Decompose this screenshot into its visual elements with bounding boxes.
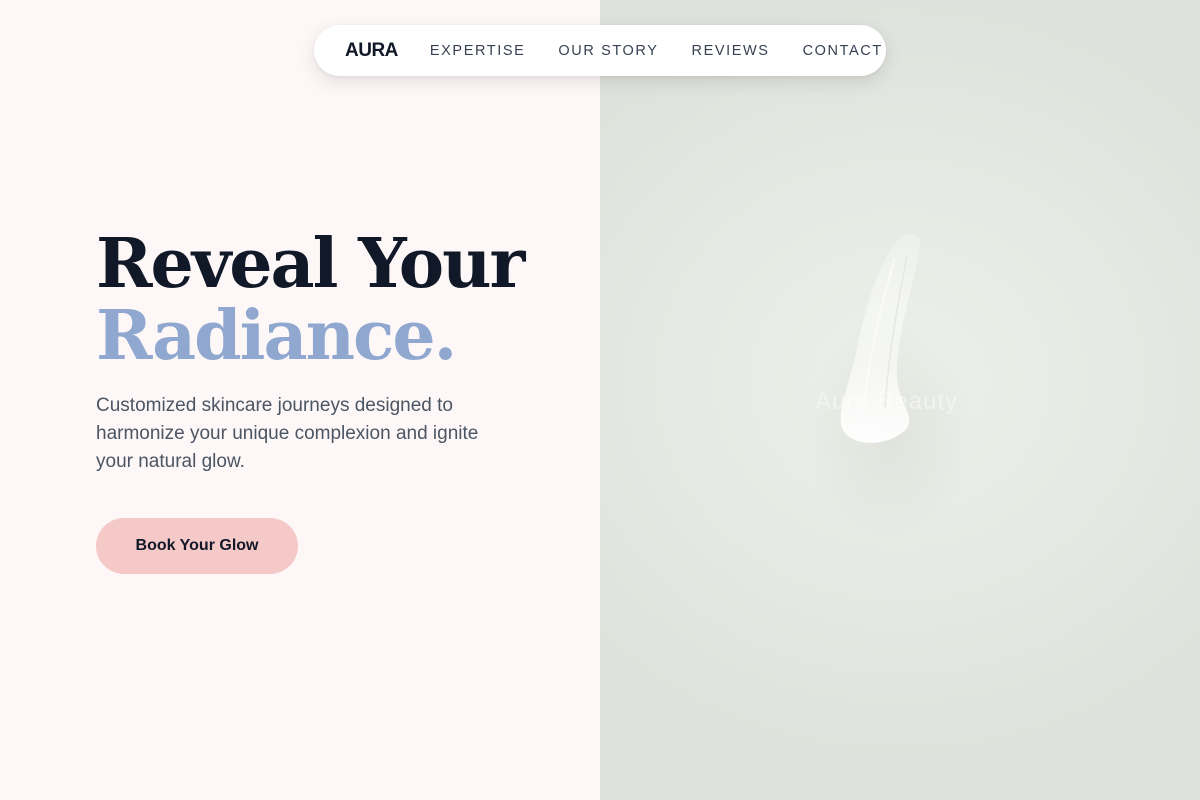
hero-headline: Reveal Your Radiance. [96, 228, 566, 372]
nav-link-reviews[interactable]: REVIEWS [692, 43, 770, 59]
nav-link-our-story[interactable]: OUR STORY [558, 43, 658, 59]
top-navigation: AURA EXPERTISE OUR STORY REVIEWS CONTACT [314, 25, 886, 76]
nav-link-expertise[interactable]: EXPERTISE [430, 43, 526, 59]
hero-content: Reveal Your Radiance. Customized skincar… [96, 228, 566, 476]
image-watermark: Aura Beauty [815, 388, 959, 415]
book-your-glow-button[interactable]: Book Your Glow [96, 518, 298, 574]
page: Aura Beauty AURA EXPERTISE OUR STORY REV… [0, 0, 1200, 800]
cream-smear-illustration [840, 233, 921, 443]
headline-accent-line: Radiance. [96, 296, 457, 376]
headline-line-1: Reveal Your [96, 224, 525, 304]
hero-image: Aura Beauty [600, 0, 1200, 800]
hero-description: Customized skincare journeys designed to… [96, 395, 479, 472]
nav-link-contact[interactable]: CONTACT [803, 43, 883, 59]
brand-logo[interactable]: AURA [345, 40, 398, 62]
